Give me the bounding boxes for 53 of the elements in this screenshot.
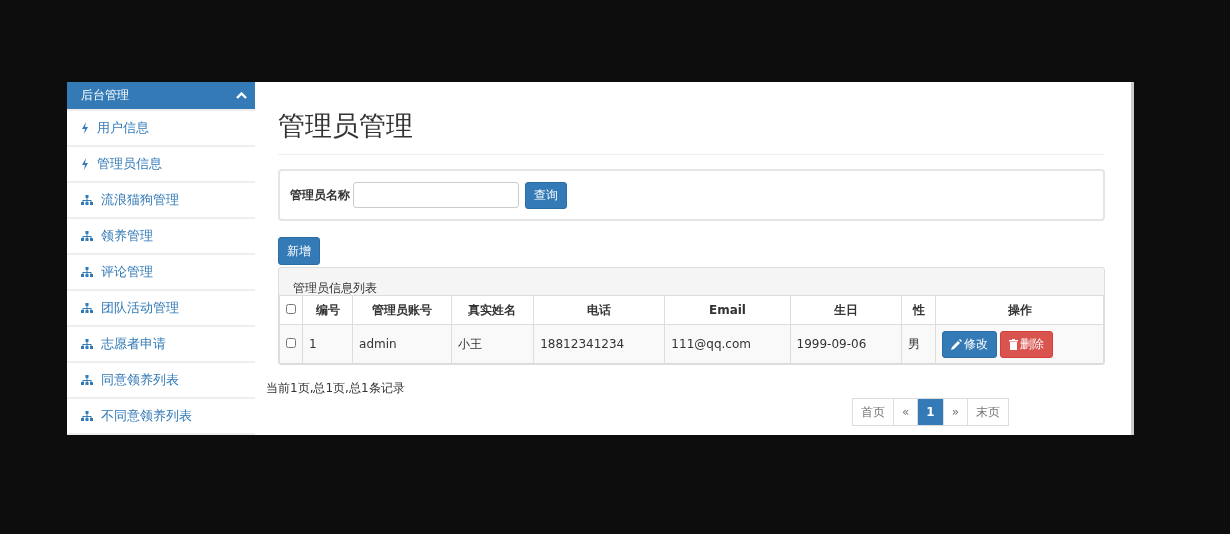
table-cell: 小王: [451, 324, 534, 364]
page-link[interactable]: »: [942, 398, 968, 426]
sitemap-icon: [81, 339, 93, 349]
sidebar-item[interactable]: 用户信息: [67, 111, 255, 145]
table-cell: 1999-09-06: [790, 324, 902, 364]
sitemap-icon: [81, 231, 93, 241]
sidebar-item[interactable]: 领养管理: [67, 219, 255, 253]
field-label: 管理员名称: [290, 186, 350, 204]
sidebar-item[interactable]: 管理员信息: [67, 147, 255, 181]
sidebar-item[interactable]: 评论管理: [67, 255, 255, 289]
add-button[interactable]: 新增: [278, 237, 320, 265]
sitemap-icon: [81, 375, 93, 385]
name-field[interactable]: [353, 182, 519, 208]
column-header: 性: [901, 295, 936, 325]
sidebar-item[interactable]: 流浪猫狗管理: [67, 183, 255, 217]
table-cell: admin: [352, 324, 452, 364]
table-cell: 111@qq.com: [664, 324, 791, 364]
sitemap-icon: [81, 303, 93, 313]
page-link[interactable]: 1: [917, 398, 944, 426]
sidebar-item[interactable]: 团队活动管理: [67, 291, 255, 325]
table-caption: 管理员信息列表: [292, 280, 378, 295]
column-header: 操作: [935, 295, 1104, 325]
pencil-icon: [951, 338, 963, 350]
delete-button[interactable]: 删除: [1000, 330, 1054, 358]
select-all-checkbox[interactable]: [286, 304, 296, 314]
column-header: 生日: [790, 295, 902, 325]
table-cell: 18812341234: [533, 324, 665, 364]
sidebar-title: 后台管理: [81, 87, 129, 104]
sitemap-icon: [81, 195, 93, 205]
page-link[interactable]: 首页: [851, 398, 894, 426]
page-link[interactable]: «: [892, 398, 919, 426]
column-header: 管理员账号: [352, 295, 452, 325]
chevron-icon[interactable]: [236, 92, 247, 99]
sidebar-item[interactable]: 不同意领养列表: [67, 399, 255, 433]
sidebar-header[interactable]: 后台管理: [67, 82, 255, 109]
bolt-icon: [81, 122, 89, 134]
bolt-icon: [81, 158, 89, 170]
sitemap-icon: [81, 267, 93, 277]
edit-button[interactable]: 修改: [942, 330, 998, 358]
column-header: 电话: [533, 295, 665, 325]
column-header: Email: [664, 295, 791, 325]
column-header: 真实姓名: [451, 295, 534, 325]
table-cell: 1: [302, 324, 353, 364]
search-button[interactable]: 查询: [525, 181, 567, 209]
trash-icon: [1009, 338, 1019, 350]
sidebar-item[interactable]: 同意领养列表: [67, 363, 255, 397]
record-summary: 当前1页,总1页,总1条记录: [266, 380, 406, 397]
row-checkbox[interactable]: [286, 338, 296, 348]
sitemap-icon: [81, 411, 93, 421]
page-link[interactable]: 末页: [967, 398, 1009, 426]
column-header: 编号: [302, 295, 353, 325]
page-title: 管理员管理: [278, 108, 1105, 155]
sidebar-item[interactable]: 志愿者申请: [67, 327, 255, 361]
